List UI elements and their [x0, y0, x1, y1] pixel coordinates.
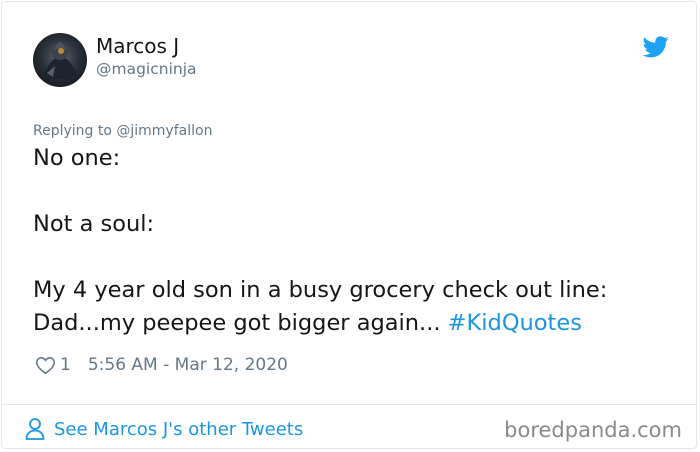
heart-icon[interactable] — [35, 355, 56, 375]
tweet-line: Not a soul: — [33, 211, 155, 237]
tweet-line-text: Dad...my peepee got bigger again... — [33, 310, 448, 336]
twitter-bird-icon[interactable] — [643, 36, 669, 58]
tweet-line: No one: — [33, 145, 121, 171]
tweet-card: Marcos J @magicninja Replying to @jimmyf… — [1, 1, 697, 449]
divider — [2, 404, 696, 405]
tweet-meta: 1 5:56 AM - Mar 12, 2020 — [35, 352, 288, 378]
author-display-name[interactable]: Marcos J — [96, 33, 179, 59]
see-other-tweets-label[interactable]: See Marcos J's other Tweets — [54, 419, 303, 440]
avatar[interactable] — [33, 33, 87, 87]
tweet-line — [33, 175, 673, 208]
author-handle[interactable]: @magicninja — [96, 59, 197, 79]
tweet-timestamp[interactable]: 5:56 AM - Mar 12, 2020 — [88, 355, 288, 375]
see-other-tweets-link[interactable]: See Marcos J's other Tweets — [24, 415, 303, 443]
reply-context[interactable]: Replying to @jimmyfallon — [33, 121, 212, 141]
watermark: boredpanda.com — [504, 418, 682, 442]
person-icon — [25, 418, 45, 440]
like-count[interactable]: 1 — [60, 355, 71, 375]
tweet-line: My 4 year old son in a busy grocery chec… — [33, 277, 608, 303]
hashtag-link[interactable]: #KidQuotes — [448, 310, 582, 336]
tweet-line — [33, 241, 673, 274]
tweet-text: No one: Not a soul: My 4 year old son in… — [33, 142, 673, 340]
tweet-line-last: Dad...my peepee got bigger again... #Kid… — [33, 307, 673, 340]
